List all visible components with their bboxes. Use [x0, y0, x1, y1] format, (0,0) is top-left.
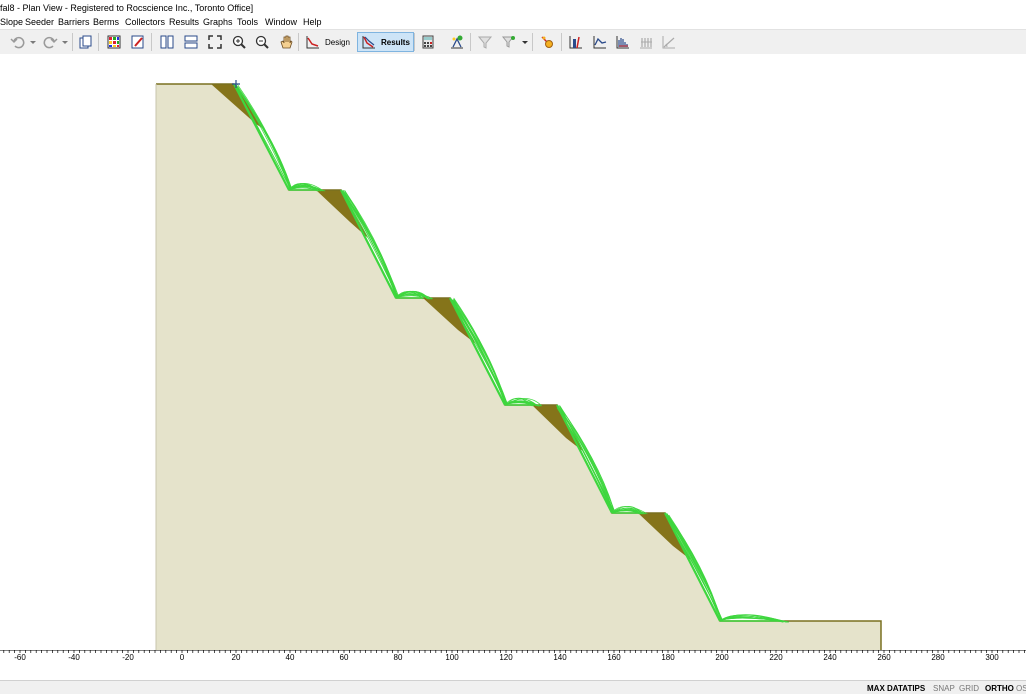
toolbar-separator: [298, 33, 299, 51]
window-title: fal8 - Plan View - Registered to Rocscie…: [0, 3, 254, 13]
ruler-label: 100: [445, 653, 459, 662]
angle-graph-icon[interactable]: [659, 32, 679, 52]
pan-icon[interactable]: [276, 32, 296, 52]
ruler-label: -40: [68, 653, 80, 662]
ruler-label: 260: [877, 653, 891, 662]
menu-slope[interactable]: Slope: [0, 15, 23, 30]
design-mode-label: Design: [325, 37, 350, 47]
max-datatips-toggle[interactable]: MAX DATATIPS: [867, 682, 925, 695]
tile-horizontal-icon[interactable]: [181, 32, 201, 52]
ruler-label: 180: [661, 653, 675, 662]
menu-graphs[interactable]: Graphs: [203, 15, 233, 30]
ruler-label: 0: [180, 653, 185, 662]
toolbar-separator: [98, 33, 99, 51]
slope-material-region: [156, 84, 881, 650]
status-bar: MAX DATATIPS SNAP GRID ORTHO OS: [0, 680, 1026, 694]
title-bar: fal8 - Plan View - Registered to Rocscie…: [0, 0, 1026, 14]
seeder-icon[interactable]: [447, 32, 467, 52]
ruler-label: 40: [286, 653, 295, 662]
redo-icon[interactable]: [40, 32, 60, 52]
toolbar-separator: [532, 33, 533, 51]
undo-icon[interactable]: [8, 32, 28, 52]
line-graph-icon[interactable]: [590, 32, 610, 52]
toolbar: Design Results: [0, 29, 1026, 55]
copy-icon[interactable]: [75, 32, 95, 52]
osnap-toggle[interactable]: OS: [1016, 682, 1026, 695]
undo-dropdown-icon[interactable]: [27, 32, 39, 52]
menu-tools[interactable]: Tools: [237, 15, 258, 30]
filter-menu-dropdown-icon[interactable]: [519, 32, 531, 52]
ruler-label: -60: [14, 653, 26, 662]
menu-window[interactable]: Window: [265, 15, 297, 30]
bar-graph-icon[interactable]: [613, 32, 633, 52]
ruler-label: 80: [394, 653, 403, 662]
zoom-in-icon[interactable]: [229, 32, 249, 52]
slope-model: [155, 80, 882, 650]
ruler-label: 20: [232, 653, 241, 662]
menu-barriers[interactable]: Barriers: [58, 15, 90, 30]
grid-toggle[interactable]: GRID: [959, 682, 979, 695]
ortho-toggle[interactable]: ORTHO: [985, 682, 1014, 695]
menu-help[interactable]: Help: [303, 15, 322, 30]
ruler-label: 120: [499, 653, 513, 662]
menu-collectors[interactable]: Collectors: [125, 15, 165, 30]
ruler-label: 240: [823, 653, 837, 662]
plan-view-canvas[interactable]: [0, 54, 1026, 650]
zoom-out-icon[interactable]: [252, 32, 272, 52]
grid-icon[interactable]: [104, 32, 124, 52]
toolbar-separator: [561, 33, 562, 51]
menu-berms[interactable]: Berms: [93, 15, 119, 30]
histogram-icon[interactable]: [566, 32, 586, 52]
calculator-icon[interactable]: [418, 32, 438, 52]
snap-toggle[interactable]: SNAP: [933, 682, 955, 695]
toolbar-separator: [151, 33, 152, 51]
ruler-label: 60: [340, 653, 349, 662]
horizontal-ruler: -60 -40 -20 0 20 40 60 80 100 120 140 16…: [0, 649, 1026, 680]
results-mode-label: Results: [381, 37, 410, 47]
tile-vertical-icon[interactable]: [157, 32, 177, 52]
rock-path-icon[interactable]: [537, 32, 557, 52]
redo-dropdown-icon[interactable]: [59, 32, 71, 52]
ruler-label: 220: [769, 653, 783, 662]
design-mode-button[interactable]: Design: [302, 32, 353, 52]
ruler-label: 160: [607, 653, 621, 662]
filter-dropdown-icon[interactable]: [499, 32, 519, 52]
barrier-graph-icon[interactable]: [636, 32, 656, 52]
results-mode-button[interactable]: Results: [357, 32, 414, 52]
ruler-label: 280: [931, 653, 945, 662]
filter-icon[interactable]: [475, 32, 495, 52]
ruler-label: 200: [715, 653, 729, 662]
toolbar-separator: [72, 33, 73, 51]
menu-results[interactable]: Results: [169, 15, 199, 30]
ruler-label: 140: [553, 653, 567, 662]
menu-bar: Slope Seeder Barriers Berms Collectors R…: [0, 14, 1026, 29]
ruler-label: -20: [122, 653, 134, 662]
zoom-extents-icon[interactable]: [205, 32, 225, 52]
ruler-label: 300: [985, 653, 999, 662]
toolbar-separator: [470, 33, 471, 51]
toolbar-separator: [414, 33, 415, 51]
edit-icon[interactable]: [128, 32, 148, 52]
menu-seeder[interactable]: Seeder: [25, 15, 54, 30]
